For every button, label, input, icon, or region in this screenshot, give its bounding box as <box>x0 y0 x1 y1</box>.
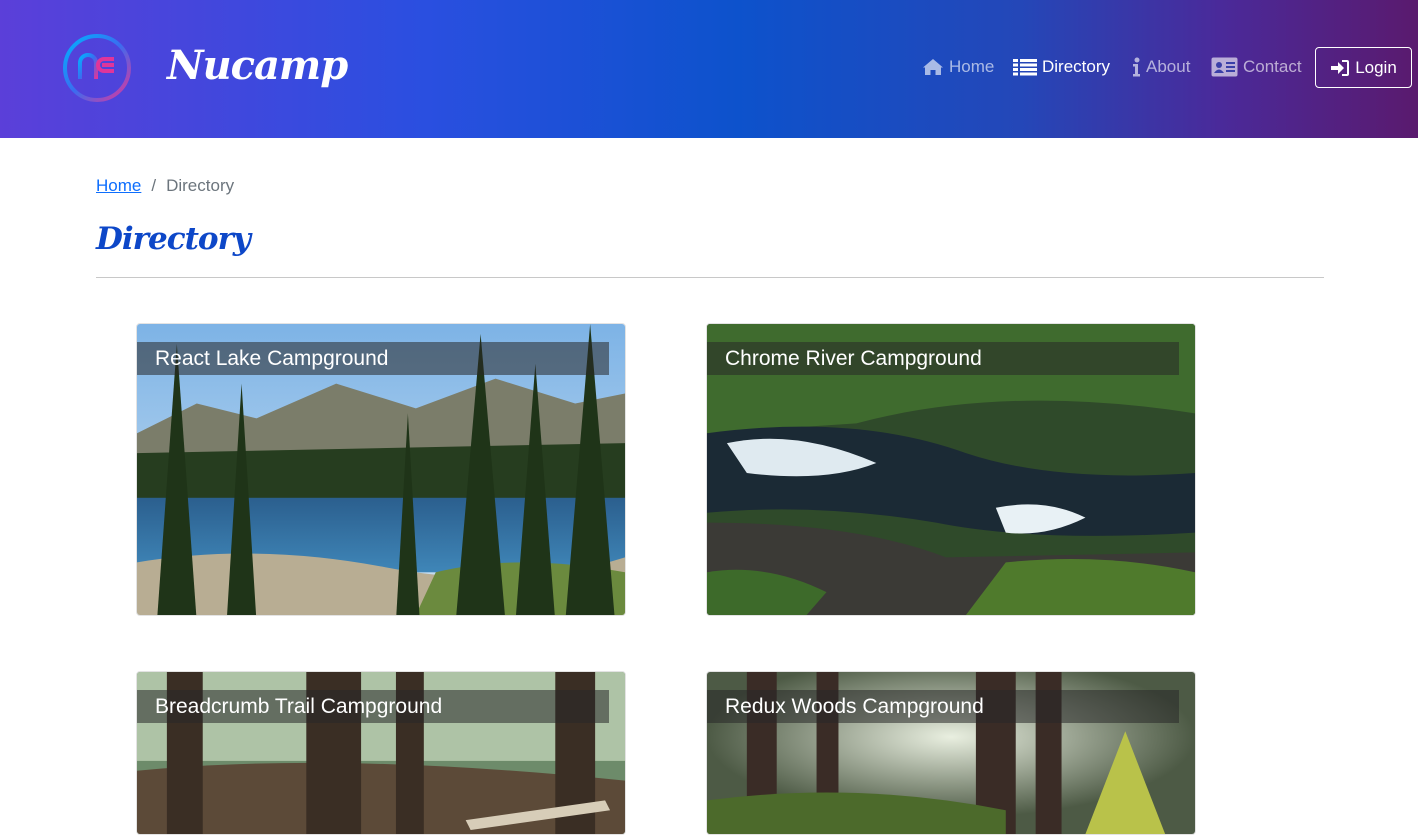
campsite-name: React Lake Campground <box>155 347 389 370</box>
site-header: Nucamp Home Directory About Contact Logi… <box>0 0 1418 138</box>
info-icon <box>1133 57 1140 77</box>
nav-directory-label: Directory <box>1042 57 1111 76</box>
campsite-name: Redux Woods Campground <box>725 695 984 718</box>
address-card-icon <box>1211 57 1238 77</box>
campsite-name: Breadcrumb Trail Campground <box>155 695 443 718</box>
campsite-card-breadcrumb-trail[interactable]: Breadcrumb Trail Campground <box>136 671 626 835</box>
breadcrumb-home-link[interactable]: Home <box>96 176 141 196</box>
nav-contact-label: Contact <box>1243 57 1302 76</box>
divider <box>96 277 1324 278</box>
nucamp-logo[interactable] <box>62 33 132 103</box>
breadcrumb-current: Directory <box>166 176 235 195</box>
login-label: Login <box>1355 57 1397 77</box>
nav-directory[interactable]: Directory <box>1013 52 1110 82</box>
breadcrumb-separator: / <box>151 176 157 195</box>
list-icon <box>1013 59 1037 76</box>
nav-home[interactable]: Home <box>922 52 994 82</box>
home-icon <box>923 59 943 75</box>
campsite-card-chrome-river[interactable]: Chrome River Campground <box>706 323 1196 616</box>
page-title: Directory <box>96 221 251 257</box>
breadcrumb: Home / Directory <box>96 174 234 198</box>
nav-home-label: Home <box>949 57 995 76</box>
nav-about[interactable]: About <box>1132 52 1190 82</box>
sign-in-icon <box>1331 59 1350 76</box>
login-button[interactable]: Login <box>1315 47 1412 88</box>
campsite-card-redux-woods[interactable]: Redux Woods Campground <box>706 671 1196 835</box>
nav-contact[interactable]: Contact <box>1211 52 1302 82</box>
brand-name[interactable]: Nucamp <box>167 38 348 94</box>
nav-about-label: About <box>1146 57 1191 76</box>
campsite-name: Chrome River Campground <box>725 347 982 370</box>
campsite-card-react-lake[interactable]: React Lake Campground <box>136 323 626 616</box>
